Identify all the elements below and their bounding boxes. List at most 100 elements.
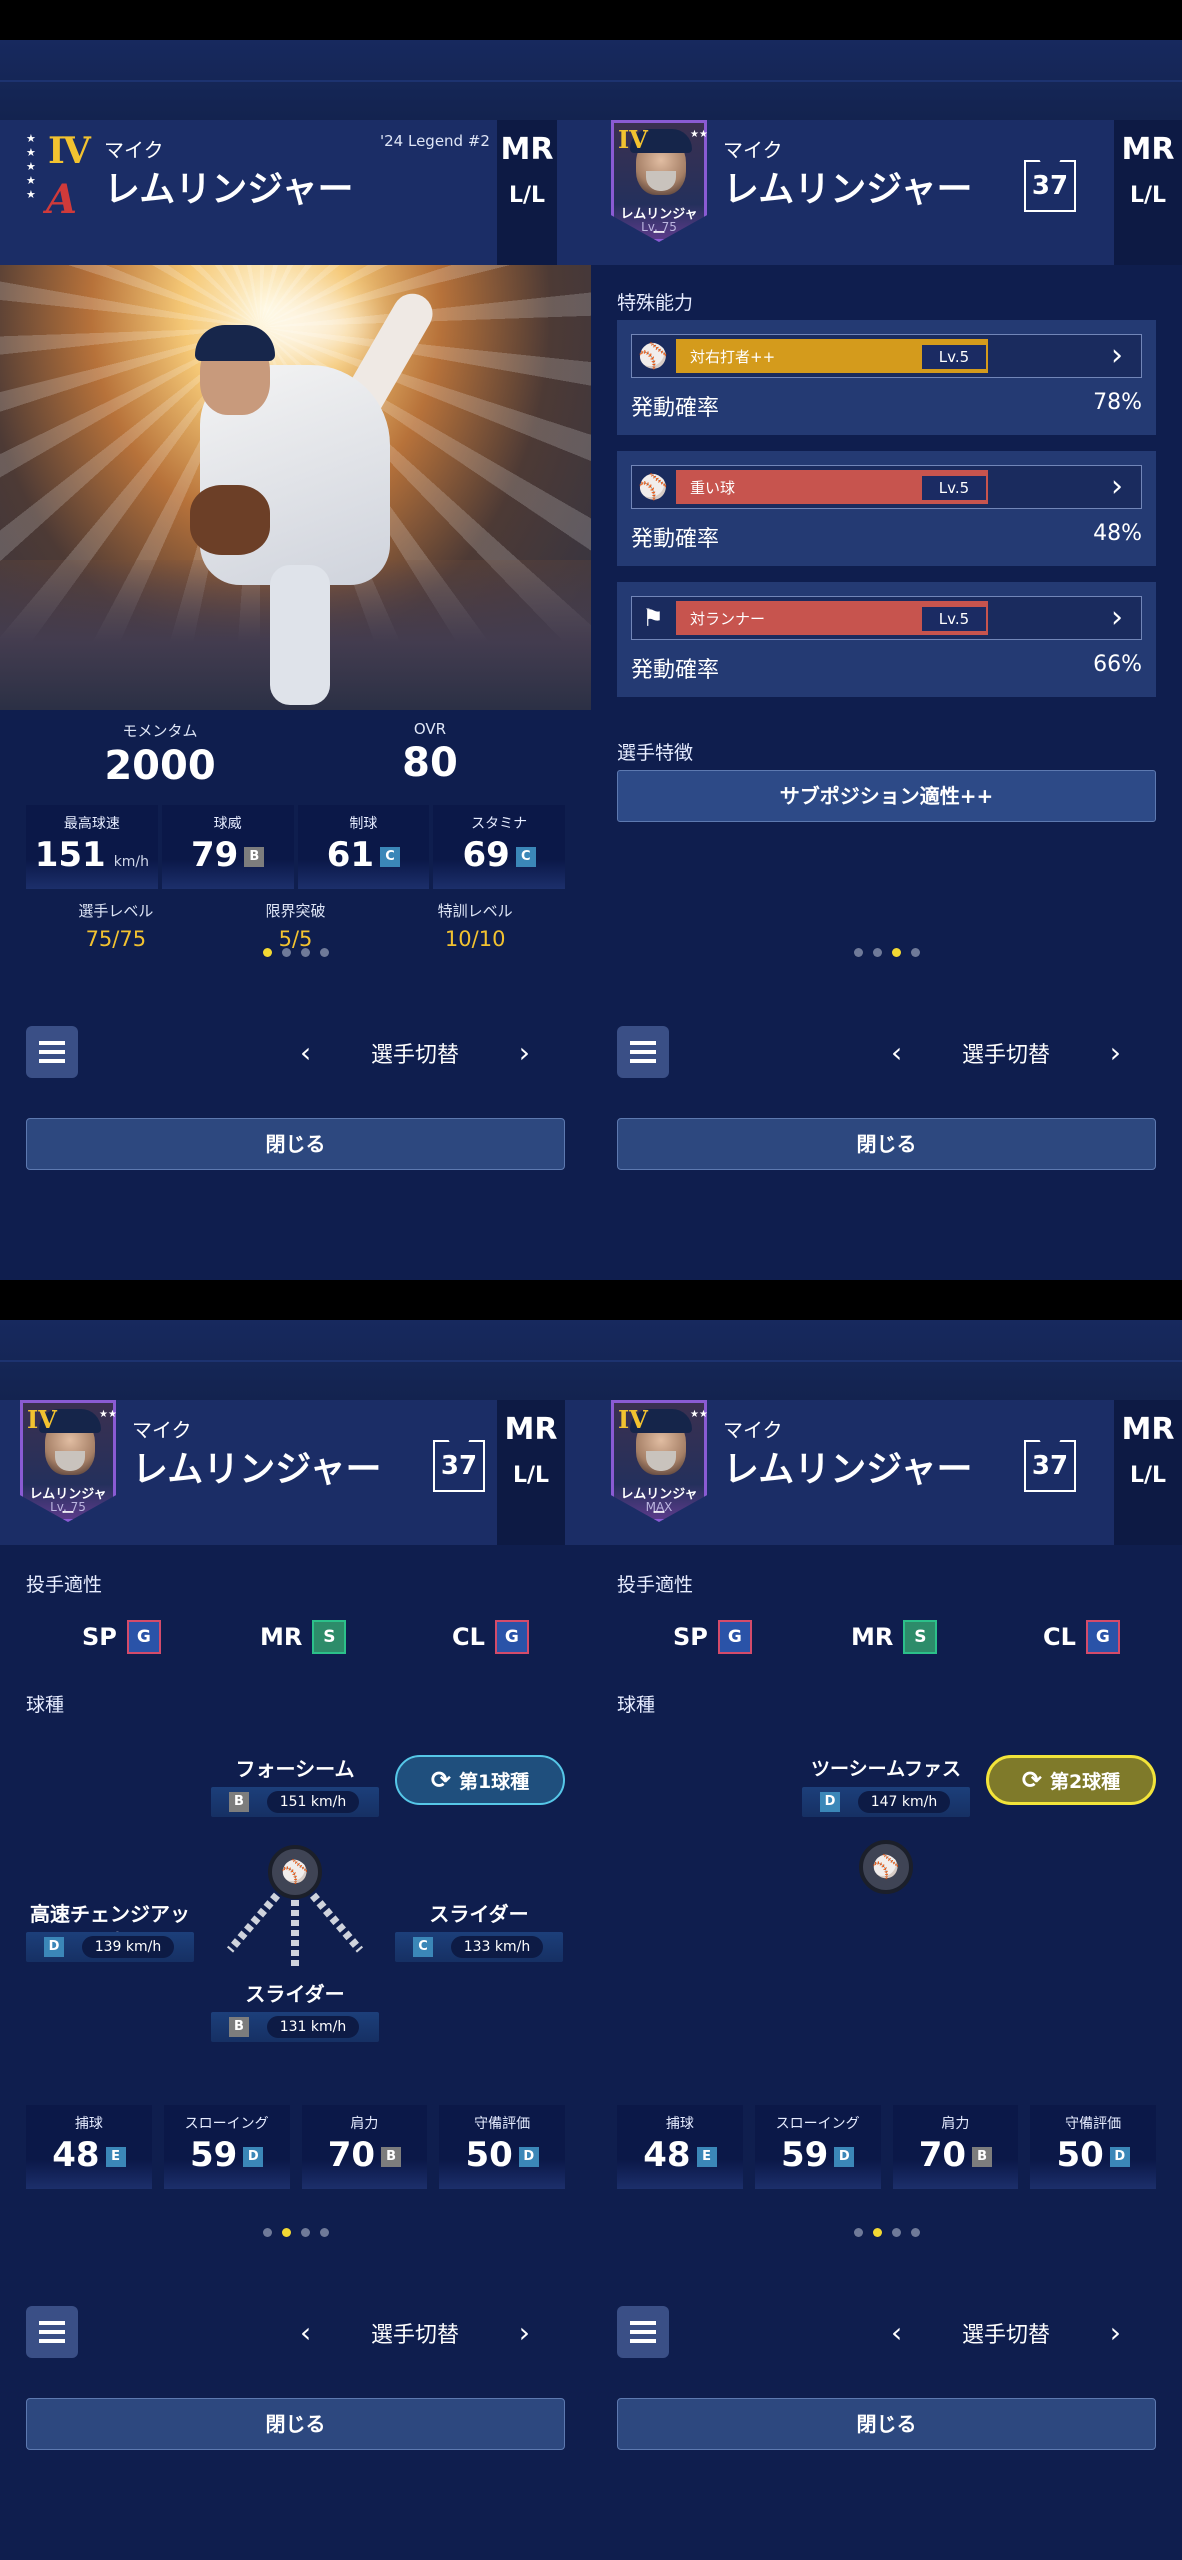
- aptitude-cl: CL G: [1043, 1620, 1120, 1654]
- star-rating-icon: ★ ★ ★ ★ ★: [26, 132, 36, 201]
- team-logo-icon: A: [46, 176, 78, 223]
- aptitude-title: 投手適性: [26, 1574, 103, 1596]
- close-button[interactable]: 閉じる: [26, 1118, 565, 1170]
- handedness-label: L/L: [508, 183, 546, 208]
- player-first-name: マイク: [723, 138, 783, 162]
- player-header: IV ★★★★★ レムリンジャー Lv. 75 マイク レムリンジャー 37 M…: [0, 1400, 591, 1545]
- feature-title: 選手特徴: [617, 742, 694, 764]
- ability-item[interactable]: ⚑ 対ランナー Lv.5 › 発動確率 66%: [617, 582, 1156, 697]
- ball-icon: ⚾: [268, 1845, 322, 1899]
- player-switch: ‹ 選手切替 ›: [300, 1036, 530, 1070]
- menu-button[interactable]: [26, 1026, 78, 1078]
- panel-pitches-2: IV ★★★★★ レムリンジャー MAX マイク レムリンジャー 37 MR L/…: [591, 1320, 1182, 2560]
- fielding-stats: 捕球 48 E スローイング 59 D 肩力 70 B 守備評価 50 D: [26, 2105, 565, 2189]
- top-bar: [0, 1320, 591, 1400]
- refresh-icon: ⟳: [1021, 1766, 1042, 1794]
- prev-player-button[interactable]: ‹: [300, 2319, 311, 2347]
- page-indicator: [591, 2228, 1182, 2237]
- aptitude-sp: SP G: [673, 1620, 752, 1654]
- player-header: IV ★★★★★ レムリンジャー Lv. 75 マイク レムリンジャー 37 M…: [591, 120, 1182, 265]
- close-button[interactable]: 閉じる: [617, 1118, 1156, 1170]
- stat-arm: 肩力 70 B: [301, 2105, 428, 2189]
- refresh-icon: ⟳: [430, 1766, 451, 1794]
- pitch-item[interactable]: 高速チェンジアップ D139 km/h: [26, 1900, 194, 1964]
- player-card-thumbnail: IV ★★★★★ レムリンジャー MAX: [611, 1400, 707, 1522]
- pitch-item[interactable]: ツーシームファスト D147 km/h: [802, 1755, 970, 1819]
- menu-button[interactable]: [26, 2306, 78, 2358]
- pitch-title: 球種: [26, 1694, 65, 1716]
- pitching-stats: 最高球速 151 km/h 球威 79 B 制球 61 C スタミナ 69 C: [26, 805, 565, 889]
- stat-throwing: スローイング 59 D: [163, 2105, 290, 2189]
- special-ability-title: 特殊能力: [617, 292, 694, 314]
- page-indicator: [591, 948, 1182, 957]
- batter-icon: ⚾: [638, 342, 668, 370]
- aptitude-mr: MR S: [851, 1620, 938, 1654]
- position-box: MR L/L: [1114, 120, 1182, 265]
- stat-power: 球威 79 B: [161, 805, 294, 889]
- chevron-right-icon: ›: [1111, 338, 1123, 373]
- uniform-number-icon: 37: [1024, 160, 1076, 212]
- aptitude-title: 投手適性: [617, 1574, 694, 1596]
- player-first-name: マイク: [104, 138, 164, 162]
- top-bar: [591, 1320, 1182, 1400]
- close-button[interactable]: 閉じる: [617, 2398, 1156, 2450]
- panel-overview: ★ ★ ★ ★ ★ IV A マイク レムリンジャー '24 Legend #2 MR …: [0, 40, 591, 1280]
- menu-button[interactable]: [617, 2306, 669, 2358]
- switch-label: 選手切替: [370, 1043, 459, 1068]
- player-card-thumbnail: IV ★★★★★ レムリンジャー Lv. 75: [20, 1400, 116, 1522]
- close-button[interactable]: 閉じる: [26, 2398, 565, 2450]
- menu-button[interactable]: [617, 1026, 669, 1078]
- player-level: 選手レベル 75/75: [78, 902, 154, 951]
- aptitude-cl: CL G: [452, 1620, 529, 1654]
- player-last-name: レムリンジャー: [104, 169, 354, 210]
- aptitude-sp: SP G: [82, 1620, 161, 1654]
- chevron-right-icon: ›: [1111, 469, 1123, 504]
- fielding-stats: 捕球 48 E スローイング 59 D 肩力 70 B 守備評価 50 D: [617, 2105, 1156, 2189]
- rank-badge: C: [380, 846, 401, 867]
- grade-badge: IV: [48, 130, 91, 172]
- bottom-nav: ‹ 選手切替 › 閉じる: [591, 1026, 1182, 1186]
- top-bar: [591, 40, 1182, 120]
- ability-item[interactable]: ⚾ 対右打者++ Lv.5 › 発動確率 78%: [617, 320, 1156, 435]
- ball-icon: ⚾: [859, 1840, 913, 1894]
- player-header: IV ★★★★★ レムリンジャー MAX マイク レムリンジャー 37 MR L/…: [591, 1400, 1182, 1545]
- panel-abilities: IV ★★★★★ レムリンジャー Lv. 75 マイク レムリンジャー 37 M…: [591, 40, 1182, 1280]
- prev-player-button[interactable]: ‹: [891, 2319, 902, 2347]
- momentum-row: モメンタム 2000 OVR 80: [0, 720, 591, 792]
- pitch-title: 球種: [617, 1694, 656, 1716]
- bottom-nav: ‹ 選手切替 › 閉じる: [0, 2306, 591, 2466]
- pitch-item[interactable]: フォーシーム B 151 km/h: [211, 1755, 379, 1819]
- stat-defense: 守備評価 50 D: [439, 2105, 565, 2189]
- player-header: ★ ★ ★ ★ ★ IV A マイク レムリンジャー '24 Legend #2 MR …: [0, 120, 591, 265]
- rank-badge: C: [515, 846, 536, 867]
- player-last-name: レムリンジャー: [723, 169, 973, 210]
- position-box: MR L/L: [497, 120, 557, 265]
- stat-catching: 捕球 48 E: [26, 2105, 152, 2189]
- next-player-button[interactable]: ›: [1110, 1039, 1121, 1067]
- prev-player-button[interactable]: ‹: [300, 1039, 311, 1067]
- page-indicator: [0, 2228, 591, 2237]
- pitch-item[interactable]: スライダー B 131 km/h: [211, 1980, 379, 2044]
- prev-player-button[interactable]: ‹: [891, 1039, 902, 1067]
- momentum-stat: モメンタム 2000: [104, 722, 216, 789]
- position-label: MR: [500, 132, 554, 167]
- limit-break: 限界突破 5/5: [265, 902, 326, 951]
- bottom-nav: ‹ 選手切替 › 閉じる: [0, 1026, 591, 1186]
- next-player-button[interactable]: ›: [1110, 2319, 1121, 2347]
- feature-button[interactable]: サブポジション適性++: [617, 770, 1156, 822]
- aptitude-mr: MR S: [260, 1620, 347, 1654]
- player-switch: ‹ 選手切替 ›: [891, 1036, 1121, 1069]
- next-player-button[interactable]: ›: [519, 2319, 530, 2347]
- second-pitch-tag: ⟳ 第2球種: [986, 1755, 1156, 1805]
- uniform-number-icon: 37: [433, 1440, 485, 1492]
- ovr-stat: OVR 80: [402, 720, 458, 786]
- panel-pitches-1: IV ★★★★★ レムリンジャー Lv. 75 マイク レムリンジャー 37 M…: [0, 1320, 591, 2560]
- next-player-button[interactable]: ›: [519, 1039, 530, 1067]
- ability-item[interactable]: ⚾ 重い球 Lv.5 › 発動確率 48%: [617, 451, 1156, 566]
- pitch-item[interactable]: スライダー C 133 km/h: [395, 1900, 563, 1964]
- first-pitch-tag: ⟳ 第1球種: [395, 1755, 565, 1805]
- uniform-number-icon: 37: [1024, 1440, 1076, 1492]
- stat-control: 制球 61 C: [297, 805, 430, 889]
- rank-badge: B: [244, 846, 265, 867]
- stat-stamina: スタミナ 69 C: [433, 805, 565, 889]
